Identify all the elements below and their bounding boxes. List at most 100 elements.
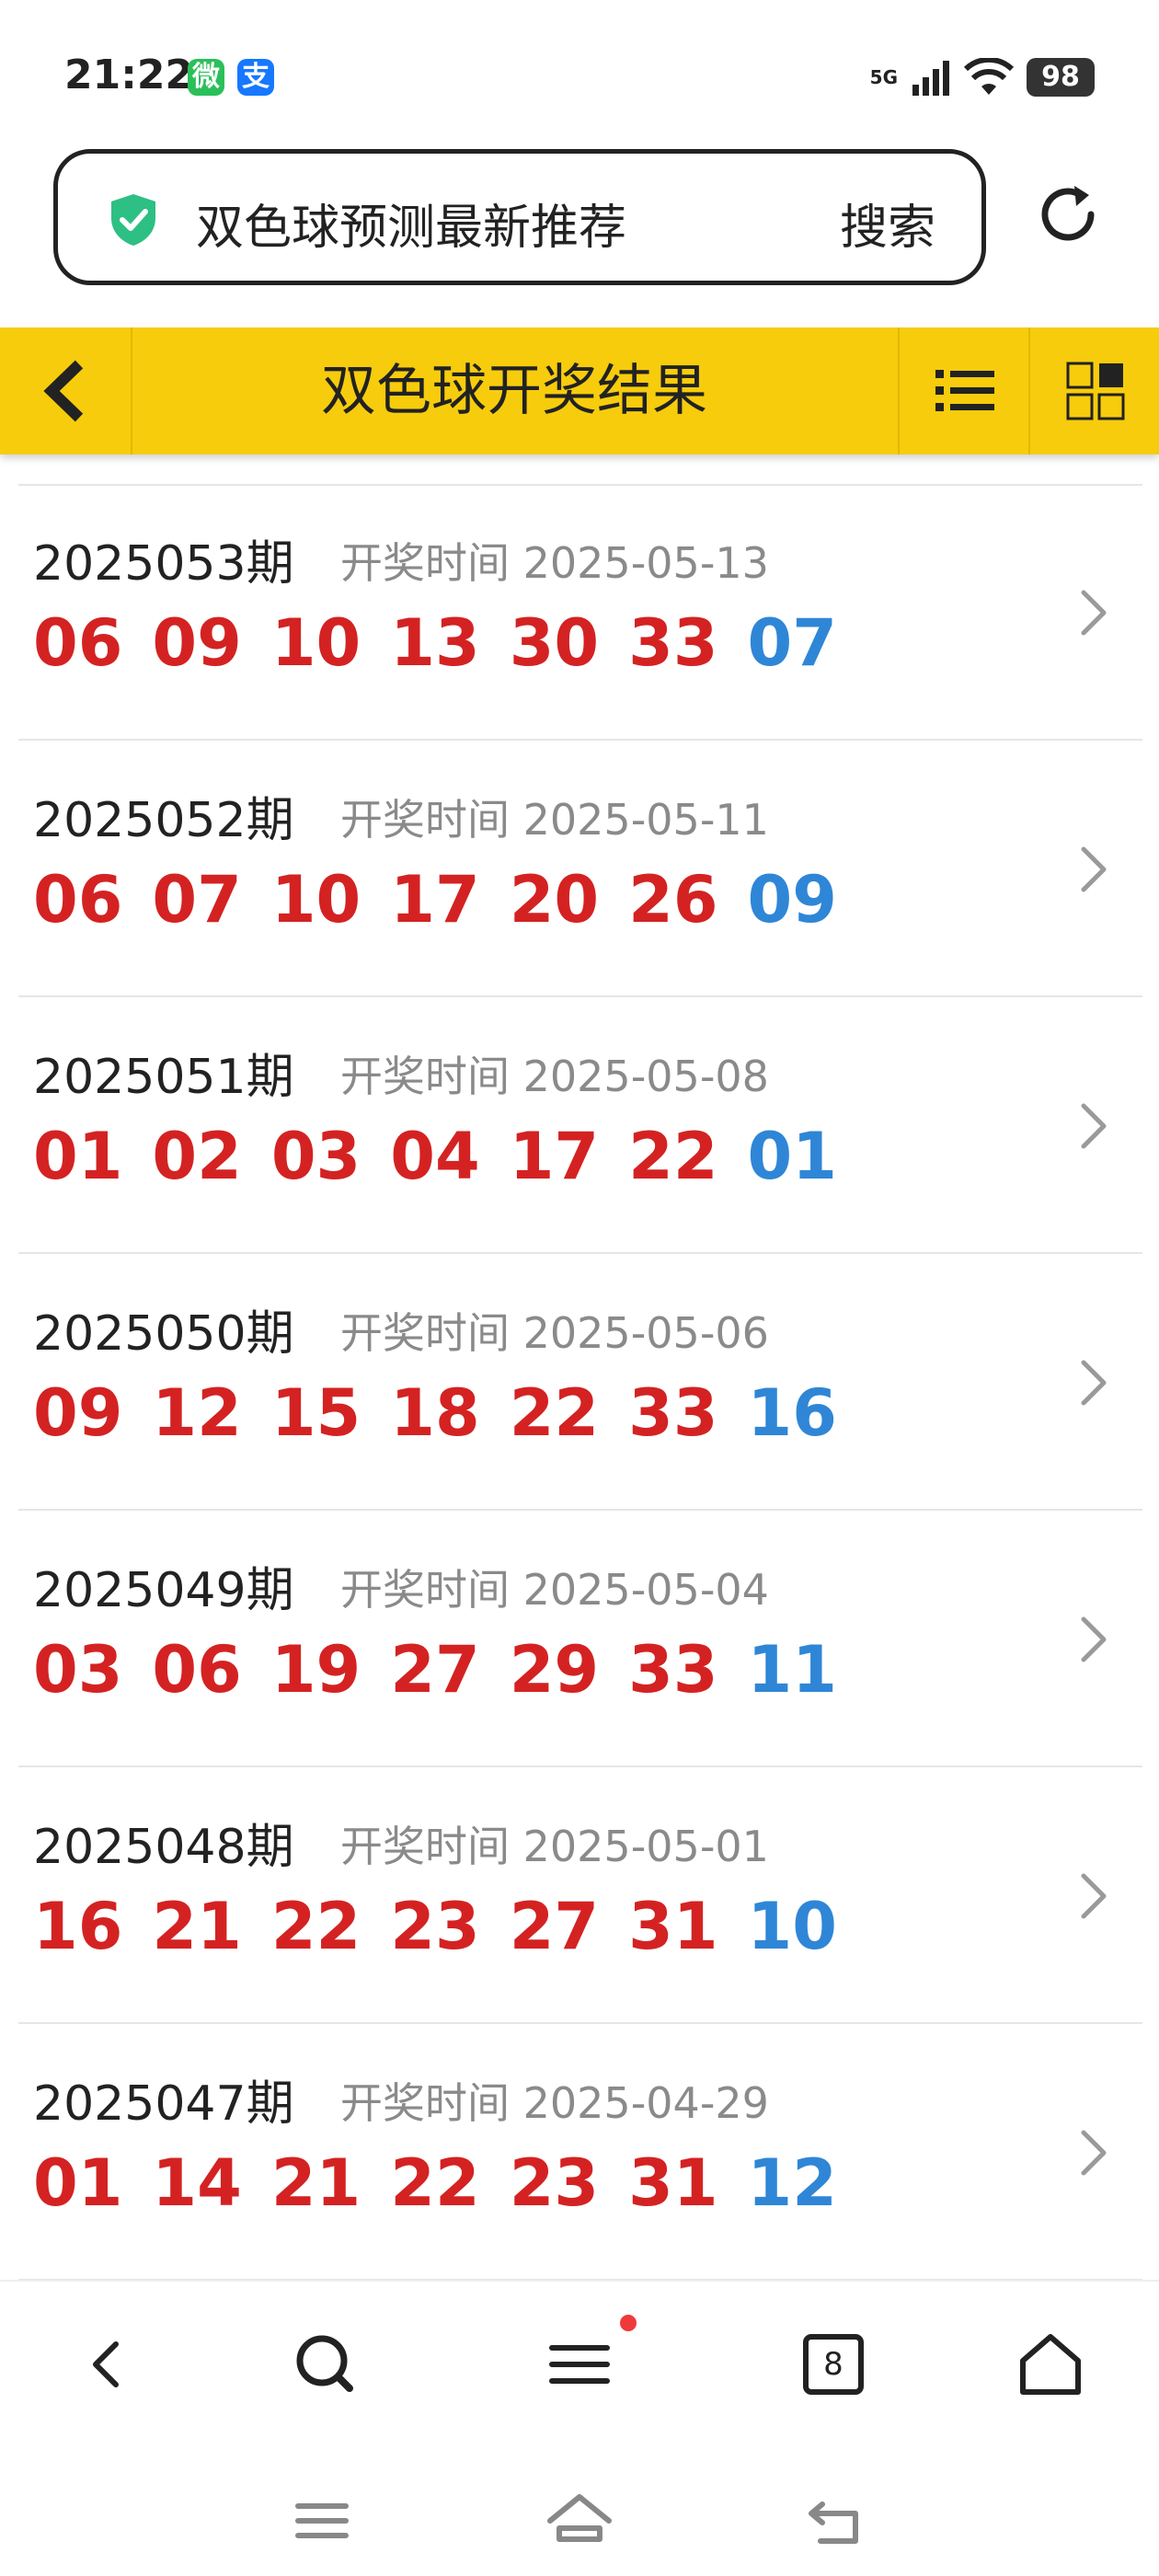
chevron-right-icon[interactable] (1078, 1870, 1109, 1922)
red-ball: 33 (628, 1632, 718, 1708)
red-ball: 09 (33, 1375, 123, 1451)
issue-number: 2025051期 (33, 1050, 294, 1105)
red-ball: 20 (509, 862, 600, 937)
nav-back-button[interactable] (72, 2328, 145, 2401)
winning-numbers: 09 12 15 18 22 33 16 (33, 1375, 837, 1451)
red-ball: 26 (628, 862, 718, 937)
red-ball: 22 (270, 1889, 361, 1964)
page-header: 双色球开奖结果 (0, 328, 1159, 454)
grid-view-button[interactable] (1028, 328, 1159, 454)
nav-menu-button[interactable] (543, 2328, 616, 2401)
system-menu-icon[interactable] (285, 2488, 359, 2552)
list-icon (935, 370, 994, 411)
system-nav-bar (0, 2447, 1159, 2576)
red-ball: 31 (628, 1889, 718, 1964)
draw-row[interactable]: 2025053期 开奖时间 2025-05-13 06 09 10 13 30 33 07 (0, 484, 1159, 741)
red-ball: 30 (509, 605, 600, 681)
blue-ball: 09 (747, 862, 837, 937)
chevron-right-icon[interactable] (1078, 844, 1109, 895)
back-chevron-icon (43, 360, 84, 422)
browser-bottom-nav: 8 (0, 2280, 1159, 2447)
red-ball: 21 (270, 2145, 361, 2221)
draw-date: 开奖时间 2025-05-04 (340, 1565, 769, 1615)
wechat-icon: 微 (188, 59, 224, 96)
winning-numbers: 06 07 10 17 20 26 09 (33, 862, 837, 937)
draw-row[interactable]: 2025047期 开奖时间 2025-04-29 01 14 21 22 23 31 12 (0, 2024, 1159, 2281)
battery-indicator: 98 (1027, 58, 1095, 97)
status-indicators: 5G 98 (870, 55, 1095, 99)
red-ball: 07 (152, 862, 242, 937)
red-ball: 10 (270, 862, 361, 937)
home-icon (1020, 2334, 1081, 2395)
search-query[interactable]: 双色球预测最新推荐 (196, 189, 626, 258)
draw-date: 开奖时间 2025-04-29 (340, 2078, 769, 2128)
chevron-right-icon[interactable] (1078, 1614, 1109, 1665)
issue-number: 2025047期 (33, 2076, 294, 2132)
red-ball: 01 (33, 1119, 123, 1194)
system-back-icon[interactable] (800, 2488, 874, 2552)
status-bar: 21:22 微 支 5G 98 (0, 0, 1159, 147)
draw-date: 开奖时间 2025-05-11 (340, 795, 769, 845)
nav-search-button[interactable] (289, 2328, 362, 2401)
chevron-right-icon[interactable] (1078, 1357, 1109, 1409)
red-ball: 22 (390, 2145, 480, 2221)
red-ball: 17 (509, 1119, 600, 1194)
draw-row[interactable]: 2025048期 开奖时间 2025-05-01 16 21 22 23 27 31 10 (0, 1767, 1159, 2024)
red-ball: 23 (390, 1889, 480, 1964)
draw-date: 开奖时间 2025-05-06 (340, 1308, 769, 1358)
status-time: 21:22 (64, 52, 194, 98)
red-ball: 33 (628, 605, 718, 681)
red-ball: 22 (509, 1375, 600, 1451)
red-ball: 01 (33, 2145, 123, 2221)
nav-tabs-button[interactable]: 8 (797, 2328, 870, 2401)
draw-row[interactable]: 2025052期 开奖时间 2025-05-11 06 07 10 17 20 26 09 (0, 741, 1159, 997)
blue-ball: 10 (747, 1889, 837, 1964)
winning-numbers: 03 06 19 27 29 33 11 (33, 1632, 837, 1708)
red-ball: 02 (152, 1119, 242, 1194)
nav-home-button[interactable] (1014, 2328, 1087, 2401)
search-box[interactable]: 双色球预测最新推荐 搜索 (53, 149, 986, 285)
winning-numbers: 01 14 21 22 23 31 12 (33, 2145, 837, 2221)
red-ball: 17 (390, 862, 480, 937)
red-ball: 06 (33, 862, 123, 937)
issue-number: 2025049期 (33, 1563, 294, 1618)
issue-number: 2025053期 (33, 536, 294, 592)
red-ball: 04 (390, 1119, 480, 1194)
red-ball: 03 (33, 1632, 123, 1708)
red-ball: 10 (270, 605, 361, 681)
alipay-icon: 支 (237, 59, 274, 96)
red-ball: 09 (152, 605, 242, 681)
blue-ball: 07 (747, 605, 837, 681)
red-ball: 14 (152, 2145, 242, 2221)
search-icon (296, 2335, 353, 2392)
issue-number: 2025052期 (33, 793, 294, 848)
blue-ball: 16 (747, 1375, 837, 1451)
draw-date: 开奖时间 2025-05-13 (340, 538, 769, 588)
red-ball: 13 (390, 605, 480, 681)
list-view-button[interactable] (898, 328, 1030, 454)
draw-date: 开奖时间 2025-05-01 (340, 1822, 769, 1871)
search-button[interactable]: 搜索 (840, 189, 935, 258)
draw-row[interactable]: 2025049期 开奖时间 2025-05-04 03 06 19 27 29 33 11 (0, 1511, 1159, 1767)
blue-ball: 12 (747, 2145, 837, 2221)
chevron-right-icon[interactable] (1078, 587, 1109, 638)
chevron-right-icon[interactable] (1078, 2127, 1109, 2179)
red-ball: 29 (509, 1632, 600, 1708)
draw-row[interactable]: 2025050期 开奖时间 2025-05-06 09 12 15 18 22 33 16 (0, 1254, 1159, 1511)
back-button[interactable] (0, 328, 132, 454)
blue-ball: 11 (747, 1632, 837, 1708)
issue-number: 2025048期 (33, 1820, 294, 1875)
red-ball: 03 (270, 1119, 361, 1194)
red-ball: 22 (628, 1119, 718, 1194)
back-icon (93, 2341, 119, 2387)
network-label: 5G (869, 66, 898, 88)
refresh-icon[interactable] (1034, 180, 1102, 248)
chevron-right-icon[interactable] (1078, 1100, 1109, 1152)
shield-check-icon (111, 194, 155, 246)
draw-date: 开奖时间 2025-05-08 (340, 1052, 769, 1101)
blue-ball: 01 (747, 1119, 837, 1194)
red-ball: 16 (33, 1889, 123, 1964)
red-ball: 21 (152, 1889, 242, 1964)
draw-row[interactable]: 2025051期 开奖时间 2025-05-08 01 02 03 04 17 22 01 (0, 997, 1159, 1254)
system-home-icon[interactable] (543, 2488, 616, 2552)
